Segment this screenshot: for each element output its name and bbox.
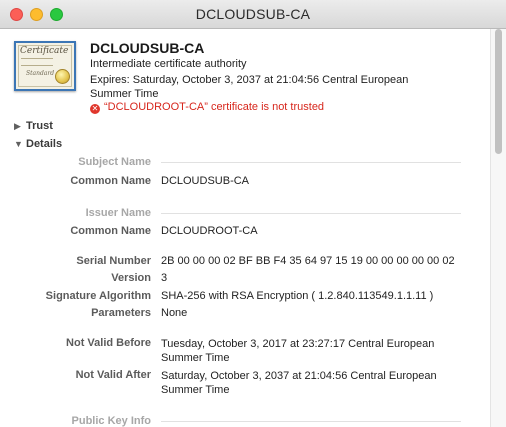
signature-algorithm-value: SHA-256 with RSA Encryption ( 1.2.840.11… (161, 290, 434, 302)
not-valid-after-value: Saturday, October 3, 2037 at 21:04:56 Ce… (161, 370, 437, 396)
parameters-value: None (161, 307, 188, 319)
version-value: 3 (161, 272, 168, 284)
certificate-icon: Certificate Standard (14, 41, 76, 91)
parameters-label: Parameters (91, 307, 151, 319)
version-label: Version (111, 272, 151, 284)
serial-number-label: Serial Number (76, 255, 151, 267)
certificate-content: Certificate Standard DCLOUDSUB-CA Interm… (0, 29, 490, 427)
disclosure-right-icon: ▶ (14, 121, 21, 131)
error-icon: ✕ (90, 104, 100, 114)
not-valid-before-label: Not Valid Before (66, 337, 151, 349)
subject-common-name-value: DCLOUDSUB-CA (161, 175, 250, 187)
scroll-thumb[interactable] (495, 29, 502, 154)
details-section-toggle[interactable]: ▼ Details (14, 138, 62, 150)
issuer-common-name-value: DCLOUDROOT-CA (161, 225, 258, 237)
certificate-type: Intermediate certificate authority (90, 58, 247, 70)
disclosure-down-icon: ▼ (14, 139, 23, 149)
public-key-divider (161, 421, 461, 422)
certificate-name: DCLOUDSUB-CA (90, 40, 205, 56)
trust-warning-text: “DCLOUDROOT-CA” certificate is not trust… (104, 101, 325, 113)
trust-warning: ✕ “DCLOUDROOT-CA” certificate is not trus… (90, 101, 324, 114)
window-title: DCLOUDSUB-CA (195, 6, 311, 22)
subject-divider (161, 162, 461, 163)
vertical-scrollbar[interactable] (490, 29, 506, 427)
issuer-common-name-label: Common Name (70, 225, 151, 237)
issuer-divider (161, 213, 461, 214)
certificate-expiry: Expires: Saturday, October 3, 2037 at 21… (90, 74, 409, 100)
not-valid-before-value: Tuesday, October 3, 2017 at 23:27:17 Cen… (161, 338, 435, 364)
subject-common-name-label: Common Name (70, 175, 151, 187)
certificate-window: DCLOUDSUB-CA Certificate Standard DCLOUD… (0, 0, 506, 427)
subject-name-heading: Subject Name (78, 156, 151, 168)
signature-algorithm-label: Signature Algorithm (45, 290, 151, 302)
issuer-name-heading: Issuer Name (85, 207, 151, 219)
seal-icon (55, 69, 70, 84)
trust-section-toggle[interactable]: ▶ Trust (14, 120, 53, 132)
title-bar[interactable]: DCLOUDSUB-CA (0, 0, 506, 29)
public-key-info-heading: Public Key Info (71, 415, 151, 427)
serial-number-value: 2B 00 00 00 02 BF BB F4 35 64 97 15 19 0… (161, 255, 455, 267)
not-valid-after-label: Not Valid After (75, 369, 151, 381)
